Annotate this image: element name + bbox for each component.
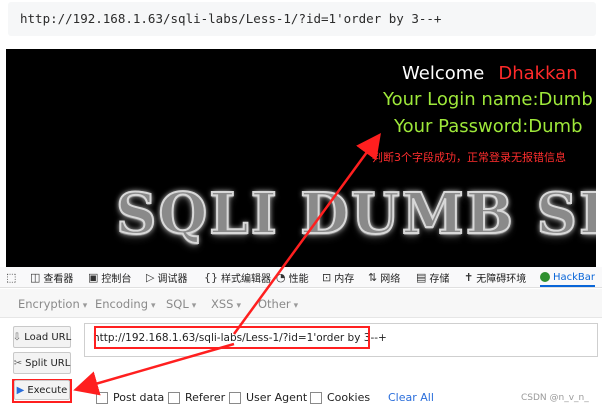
annotation-note: 判断3个字段成功，正常登录无报错信息 (372, 151, 566, 164)
devtool-hackbar[interactable]: HackBar (540, 269, 596, 287)
checkbox-box[interactable] (96, 391, 108, 404)
devtool-accessibility[interactable]: ✝ 无障碍环境 (464, 269, 526, 285)
referer-checkbox[interactable]: Referer (168, 391, 225, 404)
execute-button[interactable]: ▶ Execute (14, 380, 70, 400)
devtool-performance[interactable]: ◔ 性能 (276, 269, 309, 285)
storage-icon: ▤ (416, 270, 427, 284)
load-icon: ⇩ (12, 331, 22, 343)
menu-xss[interactable]: XSS ▾ (211, 297, 241, 311)
performance-icon: ◔ (276, 270, 286, 284)
devtool-storage[interactable]: ▤ 存储 (416, 269, 449, 285)
checkbox-box[interactable] (229, 391, 241, 404)
console-icon: ▣ (88, 270, 99, 284)
devtool-pick-element[interactable]: ⬚ (6, 269, 19, 285)
sqli-dumb-banner: SQLI DUMB SE (115, 180, 596, 248)
post-data-checkbox[interactable]: Post data (96, 391, 164, 404)
hackbar-menu: Encryption ▾ Encoding ▾ SQL ▾ XSS ▾ Other ▾ (0, 289, 602, 318)
password-line: Your Password:Dumb (394, 116, 583, 137)
chevron-down-icon: ▾ (236, 301, 242, 311)
user-agent-checkbox[interactable]: User Agent (229, 391, 307, 404)
hackbar-icon (540, 272, 550, 282)
address-url[interactable]: http://192.168.1.63/sqli-labs/Less-1/?id… (20, 11, 441, 26)
chevron-down-icon: ▾ (293, 301, 299, 311)
user-tag: Dhakkan (498, 63, 578, 84)
login-name-line: Your Login name:Dumb (383, 89, 593, 110)
play-icon: ▶ (16, 384, 25, 396)
menu-other[interactable]: Other ▾ (258, 297, 298, 311)
inspector-icon: ◫ (30, 270, 41, 284)
menu-encoding[interactable]: Encoding ▾ (95, 297, 156, 311)
split-icon: ✂ (13, 357, 23, 369)
devtool-network[interactable]: ⇅ 网络 (368, 269, 400, 285)
chevron-down-icon: ▾ (151, 301, 156, 311)
watermark: CSDN @n_v_n_ (521, 393, 589, 403)
devtool-debugger[interactable]: ▷ 调试器 (146, 269, 187, 285)
menu-sql[interactable]: SQL ▾ (166, 297, 196, 311)
memory-icon: ⊡ (322, 270, 332, 284)
devtools-toolbar: ⬚ ◫ 查看器 ▣ 控制台 ▷ 调试器 {} 样式编辑器 ◔ 性能 ⊡ 内存 ⇅ 网络 ▤ 存储… (0, 267, 602, 288)
network-icon: ⇅ (368, 270, 378, 284)
chevron-down-icon: ▾ (191, 301, 197, 311)
clear-all-link[interactable]: Clear All (388, 391, 434, 404)
style-editor-icon: {} (204, 270, 218, 284)
load-url-button[interactable]: ⇩ Load URL (13, 326, 71, 348)
welcome-text: Welcome (402, 63, 485, 84)
devtool-style-editor[interactable]: {} 样式编辑器 (204, 269, 271, 285)
chevron-down-icon: ▾ (82, 301, 88, 311)
welcome-heading: Welcome Dhakkan (402, 63, 578, 84)
checkbox-box[interactable] (168, 391, 180, 404)
address-bar[interactable]: http://192.168.1.63/sqli-labs/Less-1/?id… (8, 2, 596, 36)
url-highlight-box (94, 326, 370, 349)
devtool-console[interactable]: ▣ 控制台 (88, 269, 131, 285)
web-page: Welcome Dhakkan Your Login name:Dumb Your… (6, 49, 596, 267)
debugger-icon: ▷ (146, 270, 155, 284)
menu-encryption[interactable]: Encryption ▾ (18, 297, 87, 311)
split-url-button[interactable]: ✂ Split URL (13, 352, 71, 374)
cookies-checkbox[interactable]: Cookies (310, 391, 370, 404)
devtool-memory[interactable]: ⊡ 内存 (322, 269, 354, 285)
checkbox-box[interactable] (310, 391, 322, 404)
accessibility-icon: ✝ (464, 270, 474, 284)
pick-element-icon: ⬚ (6, 270, 17, 284)
devtool-inspector[interactable]: ◫ 查看器 (30, 269, 73, 285)
